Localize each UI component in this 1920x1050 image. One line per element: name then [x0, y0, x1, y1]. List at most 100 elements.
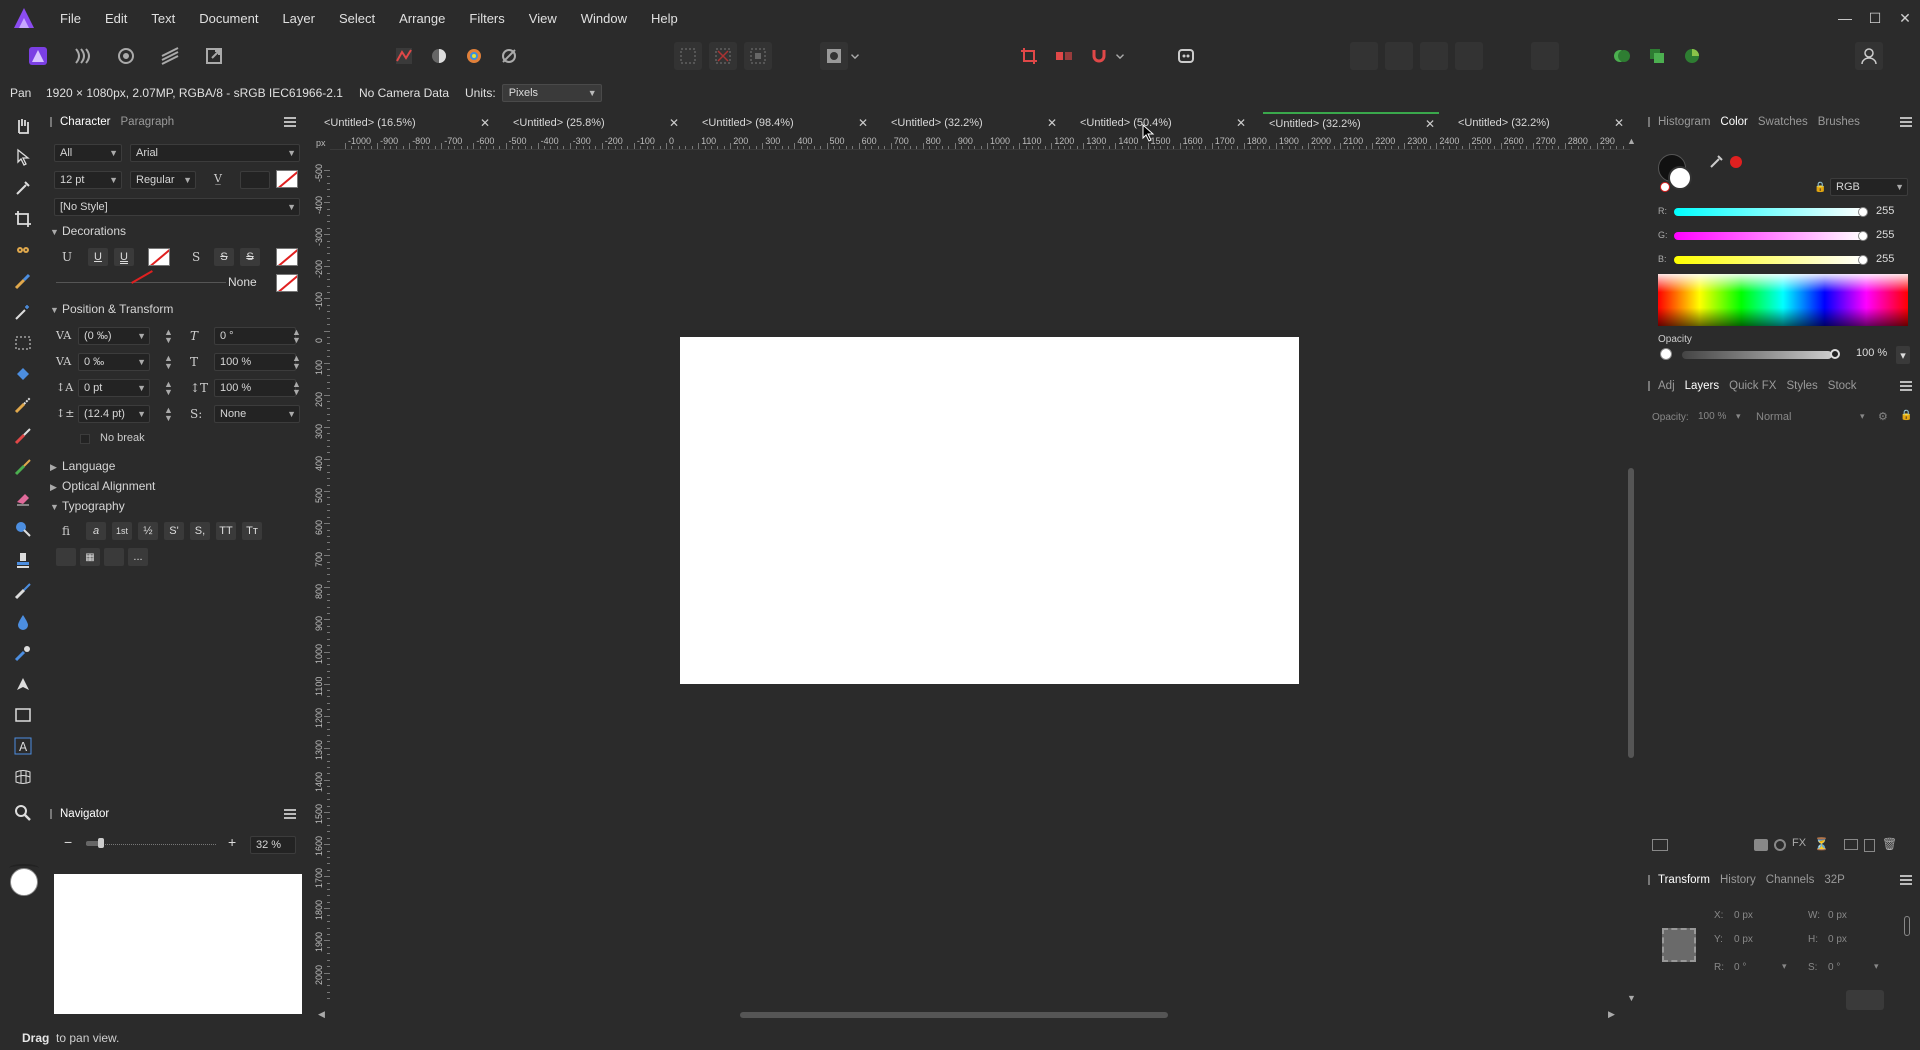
scope-select[interactable]: All ▼: [54, 144, 122, 162]
tab-history[interactable]: History: [1720, 874, 1756, 886]
hand-tool-icon[interactable]: [12, 115, 34, 137]
superscript-button[interactable]: S': [164, 522, 184, 540]
color-replacement-tool-icon[interactable]: [12, 456, 34, 478]
underline-color-swatch[interactable]: [148, 248, 170, 266]
tab-quick-fx[interactable]: Quick FX: [1729, 380, 1776, 392]
mask-layer-icon[interactable]: [1754, 839, 1768, 851]
y-value[interactable]: 0 px: [1734, 934, 1753, 945]
tone-mapping-persona-icon[interactable]: [156, 42, 184, 70]
position-transform-section[interactable]: ▼ Position & Transform: [50, 302, 173, 316]
scroll-left-icon[interactable]: ◀: [318, 1009, 325, 1020]
typo-extra-button-2[interactable]: ▦: [80, 548, 100, 566]
font-size-field[interactable]: 12 pt ▼: [54, 171, 122, 189]
zoom-tool-icon[interactable]: [12, 802, 34, 824]
arrange-forward-icon[interactable]: [1420, 42, 1448, 70]
fill-tool-icon[interactable]: [12, 611, 34, 633]
zoom-in-icon[interactable]: +: [228, 834, 236, 850]
ruler-top[interactable]: -1000 -900 -800 -700 -600 -500 -400 -300 -200 -10…: [330, 134, 1630, 150]
menu-file[interactable]: File: [60, 11, 81, 26]
flip-icon[interactable]: [1531, 42, 1559, 70]
menu-filters[interactable]: Filters: [469, 11, 504, 26]
blur-brush-tool-icon[interactable]: [12, 580, 34, 602]
quick-mask-icon[interactable]: [820, 42, 848, 70]
photo-persona-icon[interactable]: [24, 42, 52, 70]
green-slider[interactable]: [1674, 232, 1864, 240]
auto-colors-icon[interactable]: [460, 42, 488, 70]
menu-edit[interactable]: Edit: [105, 11, 127, 26]
menu-layer[interactable]: Layer: [282, 11, 315, 26]
selection-brush-tool-icon[interactable]: [12, 394, 34, 416]
close-icon[interactable]: ✕: [1425, 114, 1435, 134]
arrange-back-icon[interactable]: [1350, 42, 1378, 70]
vertical-scale-field[interactable]: 100 %: [214, 353, 296, 371]
tab-styles[interactable]: Styles: [1786, 380, 1817, 392]
panel-menu-icon[interactable]: [284, 117, 296, 127]
horizontal-scale-field[interactable]: 100 %: [214, 379, 296, 397]
navigator-preview[interactable]: [54, 874, 302, 1014]
anchor-selector[interactable]: [1662, 928, 1696, 962]
scroll-right-icon[interactable]: ▶: [1608, 1009, 1615, 1020]
double-underline-button[interactable]: U: [114, 248, 134, 266]
font-family-select[interactable]: Arial ▼: [130, 144, 300, 162]
opacity-slider[interactable]: [1682, 351, 1832, 359]
w-value[interactable]: 0 px: [1828, 910, 1847, 921]
layer-settings-gear-icon[interactable]: ⚙: [1878, 410, 1888, 423]
secondary-color-swatch[interactable]: [9, 864, 39, 872]
tab-color[interactable]: Color: [1720, 116, 1747, 128]
alternate-button[interactable]: a: [86, 522, 106, 540]
stroke-color-circle[interactable]: [1668, 166, 1692, 190]
typo-more-button[interactable]: ...: [128, 548, 148, 566]
baseline-field[interactable]: 0 pt ▼: [78, 379, 150, 397]
menu-text[interactable]: Text: [151, 11, 175, 26]
selection-mode-icon[interactable]: [674, 42, 702, 70]
kerning-small-field[interactable]: [240, 171, 270, 189]
chevron-down-icon[interactable]: ▾: [1736, 411, 1741, 422]
flood-select-tool-icon[interactable]: [12, 363, 34, 385]
ordinal-button[interactable]: 1st: [112, 522, 132, 540]
tab-histogram[interactable]: Histogram: [1658, 116, 1710, 128]
tab-layers[interactable]: Layers: [1685, 380, 1720, 392]
tracking-field[interactable]: 0 ‰ ▼: [78, 353, 150, 371]
typography-section[interactable]: ▼ Typography: [50, 499, 125, 513]
small-caps-button[interactable]: Tт: [242, 522, 262, 540]
tab-stock[interactable]: Stock: [1828, 380, 1857, 392]
assistant-icon[interactable]: [1172, 42, 1200, 70]
snapping-dropdown-icon[interactable]: [1113, 42, 1127, 70]
doc-tab-1[interactable]: <Untitled> (16.5%) ✕: [318, 112, 494, 134]
close-icon[interactable]: ✕: [480, 112, 490, 134]
no-color-icon[interactable]: [1660, 182, 1670, 192]
doc-tab-7[interactable]: <Untitled> (32.2%) ✕: [1452, 112, 1628, 134]
arrange-backward-icon[interactable]: [1385, 42, 1413, 70]
transform-options-button[interactable]: [1846, 990, 1884, 1010]
primary-color-swatch[interactable]: [10, 868, 38, 896]
underline-button[interactable]: U: [88, 248, 108, 266]
levels-icon[interactable]: [390, 42, 418, 70]
color-spectrum[interactable]: [1658, 274, 1908, 326]
strikethrough-color-swatch[interactable]: [276, 248, 298, 266]
tab-character[interactable]: Character: [60, 116, 111, 128]
doc-tab-2[interactable]: <Untitled> (25.8%) ✕: [507, 112, 683, 134]
horizontal-scrollbar[interactable]: [740, 1012, 1168, 1018]
arrange-front-icon[interactable]: [1455, 42, 1483, 70]
baseline-spinner-icon[interactable]: ▲ ▼: [164, 380, 173, 397]
quick-mask-dropdown-icon[interactable]: [848, 42, 862, 70]
group-layers-icon[interactable]: [1844, 839, 1858, 850]
tab-swatches[interactable]: Swatches: [1758, 116, 1808, 128]
blend-mode-value[interactable]: Normal: [1756, 411, 1791, 423]
decorations-section[interactable]: ▼ Decorations: [50, 224, 126, 238]
tab-channels[interactable]: Channels: [1766, 874, 1815, 886]
doc-tab-3[interactable]: <Untitled> (98.4%) ✕: [696, 112, 872, 134]
chevron-down-icon[interactable]: ▾: [1874, 961, 1879, 972]
snapping-icon[interactable]: [1015, 42, 1043, 70]
text-style-select[interactable]: [No Style] ▼: [54, 198, 300, 216]
tab-adjustments[interactable]: Adj: [1658, 380, 1675, 392]
user-account-icon[interactable]: [1855, 42, 1883, 70]
zoom-out-icon[interactable]: −: [64, 834, 72, 850]
close-icon[interactable]: ✕: [1047, 112, 1057, 134]
layer-lock-icon[interactable]: 🔒: [1900, 410, 1912, 421]
optical-alignment-section[interactable]: ▶ Optical Alignment: [50, 479, 155, 493]
auto-contrast-icon[interactable]: [425, 42, 453, 70]
chevron-down-icon[interactable]: ▾: [1860, 411, 1865, 422]
mesh-warp-tool-icon[interactable]: [12, 766, 34, 788]
menu-arrange[interactable]: Arrange: [399, 11, 445, 26]
